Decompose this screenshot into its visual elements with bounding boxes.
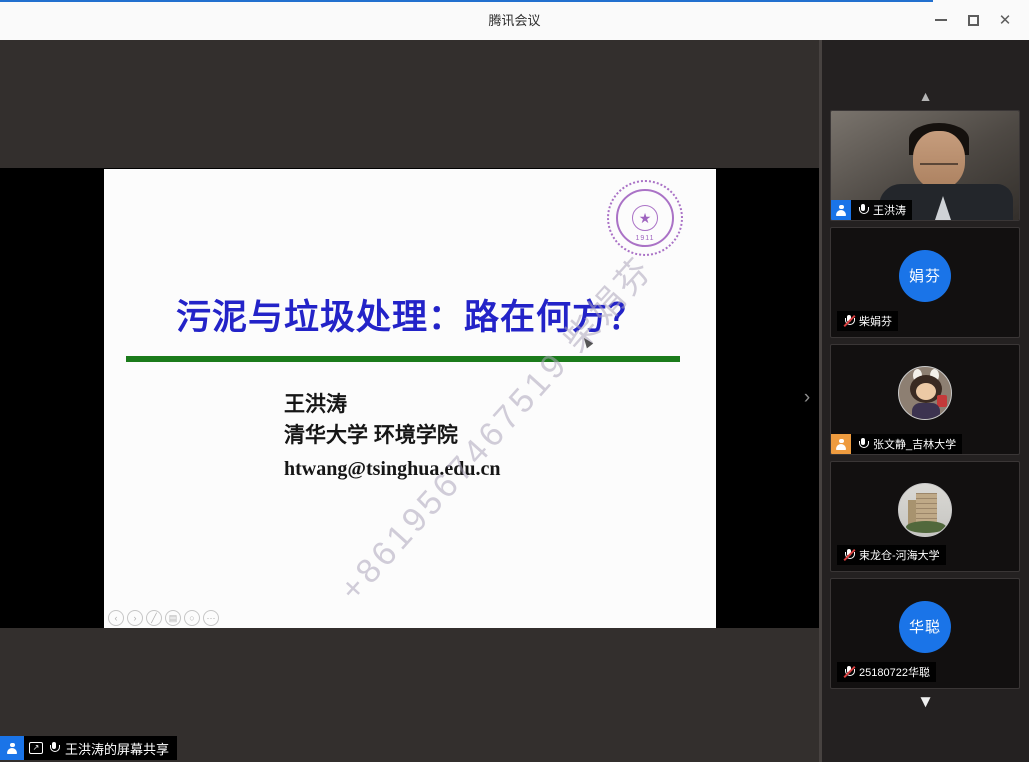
participant-name: 束龙仓-河海大学	[859, 547, 940, 563]
presenter-name: 王洪涛	[284, 389, 500, 420]
maximize-icon	[968, 15, 979, 26]
tsinghua-seal: ★ 1911	[607, 180, 683, 256]
participant-name-bar: 束龙仓-河海大学	[837, 545, 946, 565]
participant-label: 柴娟芬	[837, 311, 898, 331]
shared-screen-frame: ★ 1911 污泥与垃圾处理：路在何方？ 王洪涛 清华大学 环境学院 htwan…	[0, 168, 819, 628]
participant-tile-huacong[interactable]: 华聪 25180722华聪	[830, 578, 1020, 689]
presenter-affiliation: 清华大学 环境学院	[284, 420, 500, 451]
screen-share-banner: ↗ 王洪涛的屏幕共享	[0, 736, 177, 760]
pen-tool-button[interactable]: ╱	[146, 610, 162, 626]
titlebar: 腾讯会议 ✕	[0, 0, 1029, 40]
participant-name-bar: 王洪涛	[831, 200, 912, 220]
window-controls: ✕	[925, 0, 1021, 40]
slide-title: 污泥与垃圾处理：路在何方？	[104, 289, 716, 340]
maximize-button[interactable]	[957, 0, 989, 40]
share-banner-label: ↗ 王洪涛的屏幕共享	[24, 736, 177, 760]
shared-screen-stage: ★ 1911 污泥与垃圾处理：路在何方？ 王洪涛 清华大学 环境学院 htwan…	[0, 40, 819, 762]
more-options-button[interactable]: ⋯	[203, 610, 219, 626]
collapse-sidebar-chevron[interactable]: ›	[799, 386, 815, 410]
green-divider	[126, 356, 680, 362]
minimize-button[interactable]	[925, 0, 957, 40]
person-icon	[835, 438, 848, 451]
participant-label: 王洪涛	[851, 200, 912, 220]
main-area: ★ 1911 污泥与垃圾处理：路在何方？ 王洪涛 清华大学 环境学院 htwan…	[0, 40, 1029, 762]
mic-muted-icon	[843, 666, 855, 679]
participant-tile-wanghongtao[interactable]: 王洪涛	[830, 110, 1020, 221]
scroll-down-arrow[interactable]: ▼	[822, 693, 1029, 710]
avatar	[898, 366, 952, 420]
close-button[interactable]: ✕	[989, 0, 1021, 40]
participant-name: 王洪涛	[873, 202, 906, 218]
mic-muted-icon	[843, 549, 855, 562]
seal-star-icon: ★	[632, 205, 658, 231]
participant-name-bar: 张文静_吉林大学	[831, 434, 962, 454]
member-badge	[831, 434, 851, 454]
participant-tile-chaijuanfen[interactable]: 娟芬 柴娟芬	[830, 227, 1020, 338]
app-window: 腾讯会议 ✕ ★ 1911 污泥与垃圾处理：路在何方？	[0, 0, 1029, 762]
seal-year: 1911	[618, 235, 672, 242]
participant-name: 柴娟芬	[859, 313, 892, 329]
mic-icon	[48, 742, 60, 755]
share-banner-text: 王洪涛的屏幕共享	[65, 739, 169, 758]
avatar: 华聪	[899, 601, 951, 653]
participant-name: 张文静_吉林大学	[873, 436, 956, 452]
participant-label: 25180722华聪	[837, 662, 936, 682]
avatar	[898, 483, 952, 537]
all-slides-button[interactable]: ▤	[165, 610, 181, 626]
presenter-email: htwang@tsinghua.edu.cn	[284, 451, 500, 487]
presenter-info: 王洪涛 清华大学 环境学院 htwang@tsinghua.edu.cn	[284, 389, 500, 487]
avatar: 娟芬	[899, 250, 951, 302]
mic-muted-icon	[843, 315, 855, 328]
mic-icon	[857, 438, 869, 451]
participant-tile-shulongcang[interactable]: 束龙仓-河海大学	[830, 461, 1020, 572]
seal-inner-ring: ★ 1911	[616, 189, 674, 247]
participant-label: 张文静_吉林大学	[851, 434, 962, 454]
person-icon	[835, 204, 848, 217]
host-badge	[831, 200, 851, 220]
mic-icon	[857, 204, 869, 217]
window-accent-line	[0, 0, 933, 2]
person-icon	[6, 742, 19, 755]
participant-label: 束龙仓-河海大学	[837, 545, 946, 565]
screen-share-icon: ↗	[29, 742, 43, 754]
window-title: 腾讯会议	[0, 0, 1029, 40]
participant-name: 25180722华聪	[859, 664, 930, 680]
minimize-icon	[935, 19, 947, 21]
participants-sidebar: ▲ 王洪涛 娟芬	[819, 40, 1029, 762]
host-badge	[0, 736, 24, 760]
next-slide-button[interactable]: ›	[127, 610, 143, 626]
presentation-slide: ★ 1911 污泥与垃圾处理：路在何方？ 王洪涛 清华大学 环境学院 htwan…	[104, 169, 716, 628]
zoom-tool-button[interactable]: ○	[184, 610, 200, 626]
prev-slide-button[interactable]: ‹	[108, 610, 124, 626]
close-icon: ✕	[999, 13, 1012, 28]
scroll-up-arrow[interactable]: ▲	[822, 89, 1029, 103]
participant-name-bar: 25180722华聪	[837, 662, 936, 682]
participant-name-bar: 柴娟芬	[837, 311, 898, 331]
participant-tile-zhangwenjing[interactable]: 张文静_吉林大学	[830, 344, 1020, 455]
slideshow-toolbar: ‹ › ╱ ▤ ○ ⋯	[108, 610, 219, 626]
